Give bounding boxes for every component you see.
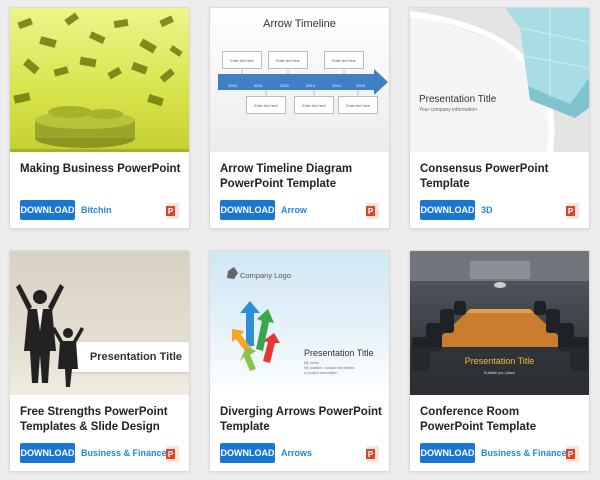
download-button[interactable]: DOWNLOAD	[20, 200, 75, 220]
thumbnail-subheading: Subtitle you place	[483, 370, 516, 375]
timeline-year: 2012	[280, 83, 289, 88]
thumbnail-subheading: My name My position, contact information…	[304, 361, 355, 375]
powerpoint-file-icon: P	[566, 203, 579, 219]
thumbnail-heading: Presentation Title	[419, 94, 497, 105]
powerpoint-file-icon: P	[166, 446, 179, 462]
card-title[interactable]: Diverging Arrows PowerPoint Template	[220, 405, 382, 435]
timeline-box: Enter text here	[222, 51, 262, 69]
template-card[interactable]: Presentation Title Subtitle you place Co…	[409, 250, 590, 472]
timeline-box: Enter text here	[294, 96, 334, 114]
powerpoint-file-icon: P	[566, 446, 579, 462]
template-grid: Making Business PowerPoint DOWNLOAD Bitc…	[0, 0, 600, 480]
svg-text:P: P	[568, 450, 574, 459]
category-tag-link[interactable]: Arrows	[281, 448, 312, 459]
timeline-year: 2013	[306, 83, 315, 88]
timeline-box: Enter text here	[324, 51, 364, 69]
card-title[interactable]: Arrow Timeline Diagram PowerPoint Templa…	[220, 162, 382, 192]
card-title[interactable]: Free Strengths PowerPoint Templates & Sl…	[20, 405, 182, 435]
timeline-year: 2014	[332, 83, 341, 88]
template-card[interactable]: Presentation Title Free Strengths PowerP…	[9, 250, 190, 472]
template-thumbnail[interactable]: Presentation Title	[10, 251, 189, 395]
category-tag-link[interactable]: 3D	[481, 205, 493, 216]
money-rain-icon	[10, 12, 189, 152]
thumbnail-heading: Presentation Title	[464, 356, 535, 366]
template-thumbnail[interactable]: Presentation Title Your company informat…	[410, 8, 589, 152]
thumbnail-heading: Presentation Title	[304, 348, 374, 358]
glass-cube-icon	[410, 8, 589, 152]
template-card[interactable]: Arrow Timeline Enter text here Enter tex…	[209, 7, 390, 229]
category-tag-link[interactable]: Business & Finance	[481, 448, 567, 459]
powerpoint-file-icon: P	[366, 446, 379, 462]
svg-text:P: P	[368, 450, 374, 459]
powerpoint-file-icon: P	[366, 203, 379, 219]
template-thumbnail[interactable]: Company Logo Presentation Title My name …	[210, 251, 389, 395]
timeline-box: Enter text here	[268, 51, 308, 69]
template-thumbnail[interactable]: Presentation Title Subtitle you place	[410, 251, 589, 395]
category-tag-link[interactable]: Arrow	[281, 205, 307, 216]
thumbnail-heading: Presentation Title	[89, 351, 182, 363]
svg-text:P: P	[568, 207, 574, 216]
powerpoint-file-icon: P	[166, 203, 179, 219]
download-button[interactable]: DOWNLOAD	[220, 200, 275, 220]
card-title[interactable]: Making Business PowerPoint	[20, 162, 182, 177]
timeline-year: 2010	[228, 83, 237, 88]
timeline-box: Enter text here	[338, 96, 378, 114]
timeline-arrow-icon	[218, 69, 388, 96]
download-button[interactable]: DOWNLOAD	[220, 443, 275, 463]
svg-text:P: P	[168, 207, 174, 216]
template-thumbnail[interactable]	[10, 8, 189, 152]
category-tag-link[interactable]: Bitchin	[81, 205, 112, 216]
download-button[interactable]: DOWNLOAD	[420, 443, 475, 463]
template-thumbnail[interactable]: Arrow Timeline Enter text here Enter tex…	[210, 8, 389, 152]
download-button[interactable]: DOWNLOAD	[20, 443, 75, 463]
company-logo-text: Company Logo	[240, 271, 291, 280]
download-button[interactable]: DOWNLOAD	[420, 200, 475, 220]
card-title[interactable]: Consensus PowerPoint Template	[420, 162, 582, 192]
svg-text:P: P	[368, 207, 374, 216]
timeline-year: 2011	[254, 83, 263, 88]
thumbnail-subheading: Your company information	[419, 107, 477, 113]
card-title[interactable]: Conference Room PowerPoint Template	[420, 405, 582, 435]
timeline-box: Enter text here	[246, 96, 286, 114]
template-card[interactable]: Presentation Title Your company informat…	[409, 7, 590, 229]
businessman-silhouette-icon	[16, 284, 84, 387]
timeline-year: 2015	[356, 83, 365, 88]
template-card[interactable]: Company Logo Presentation Title My name …	[209, 250, 390, 472]
svg-text:P: P	[168, 450, 174, 459]
template-card[interactable]: Making Business PowerPoint DOWNLOAD Bitc…	[9, 7, 190, 229]
category-tag-link[interactable]: Business & Finance	[81, 448, 167, 459]
